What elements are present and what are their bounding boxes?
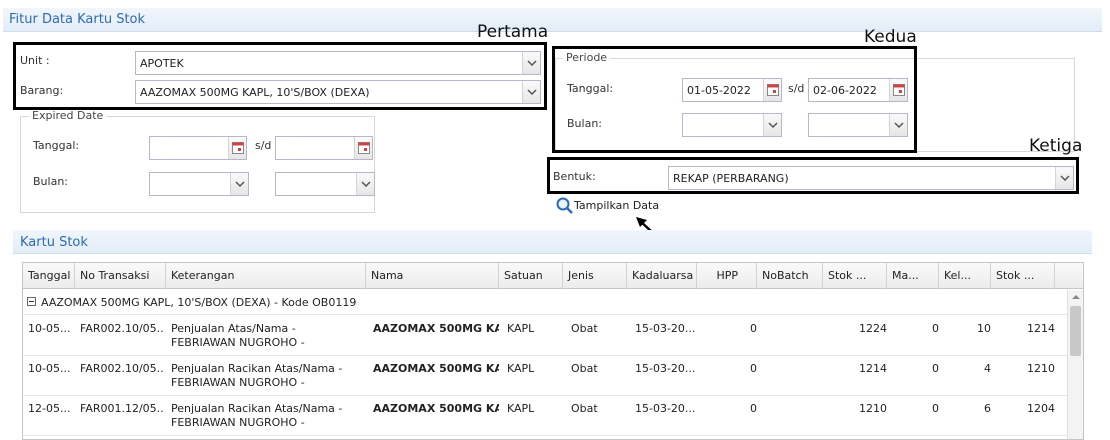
fitur-panel-title: Fitur Data Kartu Stok xyxy=(9,12,146,27)
col-header-satuan[interactable]: Satuan xyxy=(499,263,563,289)
annotation-box-ketiga xyxy=(547,157,1079,194)
scroll-up-icon[interactable] xyxy=(1072,294,1080,300)
expired-bulan-to[interactable] xyxy=(275,172,375,196)
group-row[interactable]: AAZOMAX 500MG KAPL, 10'S/BOX (DEXA) - Ko… xyxy=(23,290,1068,315)
annotation-box-pertama xyxy=(13,42,547,110)
annotation-box-kedua xyxy=(552,46,917,153)
search-icon xyxy=(556,197,574,218)
expired-tanggal-from[interactable] xyxy=(149,136,247,160)
collapse-icon[interactable] xyxy=(27,297,36,306)
col-header-no-transaksi[interactable]: No Transaksi xyxy=(75,263,166,289)
col-header-jenis[interactable]: Jenis xyxy=(563,263,627,289)
scrollbar-thumb[interactable] xyxy=(1070,306,1081,356)
col-header-stok-akhir[interactable]: Stok ... xyxy=(991,263,1055,289)
grid-vertical-scrollbar[interactable] xyxy=(1067,290,1083,439)
col-header-keterangan[interactable]: Keterangan xyxy=(166,263,366,289)
kartu-title-bar xyxy=(13,230,1092,254)
kartu-stok-grid: Tanggal No Transaksi Keterangan Nama Sat… xyxy=(22,262,1084,440)
kartu-panel-title: Kartu Stok xyxy=(20,235,88,250)
chevron-down-icon[interactable] xyxy=(356,173,374,195)
expired-date-legend: Expired Date xyxy=(29,109,107,122)
col-header-kadaluarsa[interactable]: Kadaluarsa xyxy=(627,263,697,289)
col-header-nobatch[interactable]: NoBatch xyxy=(757,263,823,289)
calendar-icon[interactable] xyxy=(228,137,246,159)
col-header-masuk[interactable]: Ma... xyxy=(887,263,939,289)
fitur-title-bar xyxy=(3,8,1102,32)
expired-tanggal-label: Tanggal: xyxy=(33,139,80,152)
annotation-ketiga: Ketiga xyxy=(1029,136,1083,156)
annotation-pertama: Pertama xyxy=(477,22,549,42)
group-label: AAZOMAX 500MG KAPL, 10'S/BOX (DEXA) - Ko… xyxy=(41,296,357,309)
tampilkan-data-label: Tampilkan Data xyxy=(574,199,660,212)
table-row[interactable]: 10-05... FAR002.10/05... Penjualan Atas/… xyxy=(23,316,1068,356)
expired-bulan-from[interactable] xyxy=(149,172,249,196)
col-header-stok-awal[interactable]: Stok ... xyxy=(823,263,887,289)
expired-bulan-label: Bulan: xyxy=(33,175,68,188)
expired-tanggal-to[interactable] xyxy=(275,136,373,160)
col-header-hpp[interactable]: HPP xyxy=(697,263,757,289)
calendar-icon[interactable] xyxy=(354,137,372,159)
table-row[interactable]: 10-05... FAR002.10/05... Penjualan Racik… xyxy=(23,356,1068,396)
annotation-kedua: Kedua xyxy=(864,27,917,47)
chevron-down-icon[interactable] xyxy=(230,173,248,195)
expired-date-fieldset xyxy=(20,116,375,213)
table-row[interactable]: 12-05... FAR001.12/05... Penjualan Racik… xyxy=(23,396,1068,436)
expired-sd-label: s/d xyxy=(255,139,272,152)
col-header-nama[interactable]: Nama xyxy=(366,263,499,289)
col-header-keluar[interactable]: Kel... xyxy=(939,263,991,289)
col-header-tanggal[interactable]: Tanggal xyxy=(23,263,75,289)
grid-header: Tanggal No Transaksi Keterangan Nama Sat… xyxy=(23,263,1083,289)
